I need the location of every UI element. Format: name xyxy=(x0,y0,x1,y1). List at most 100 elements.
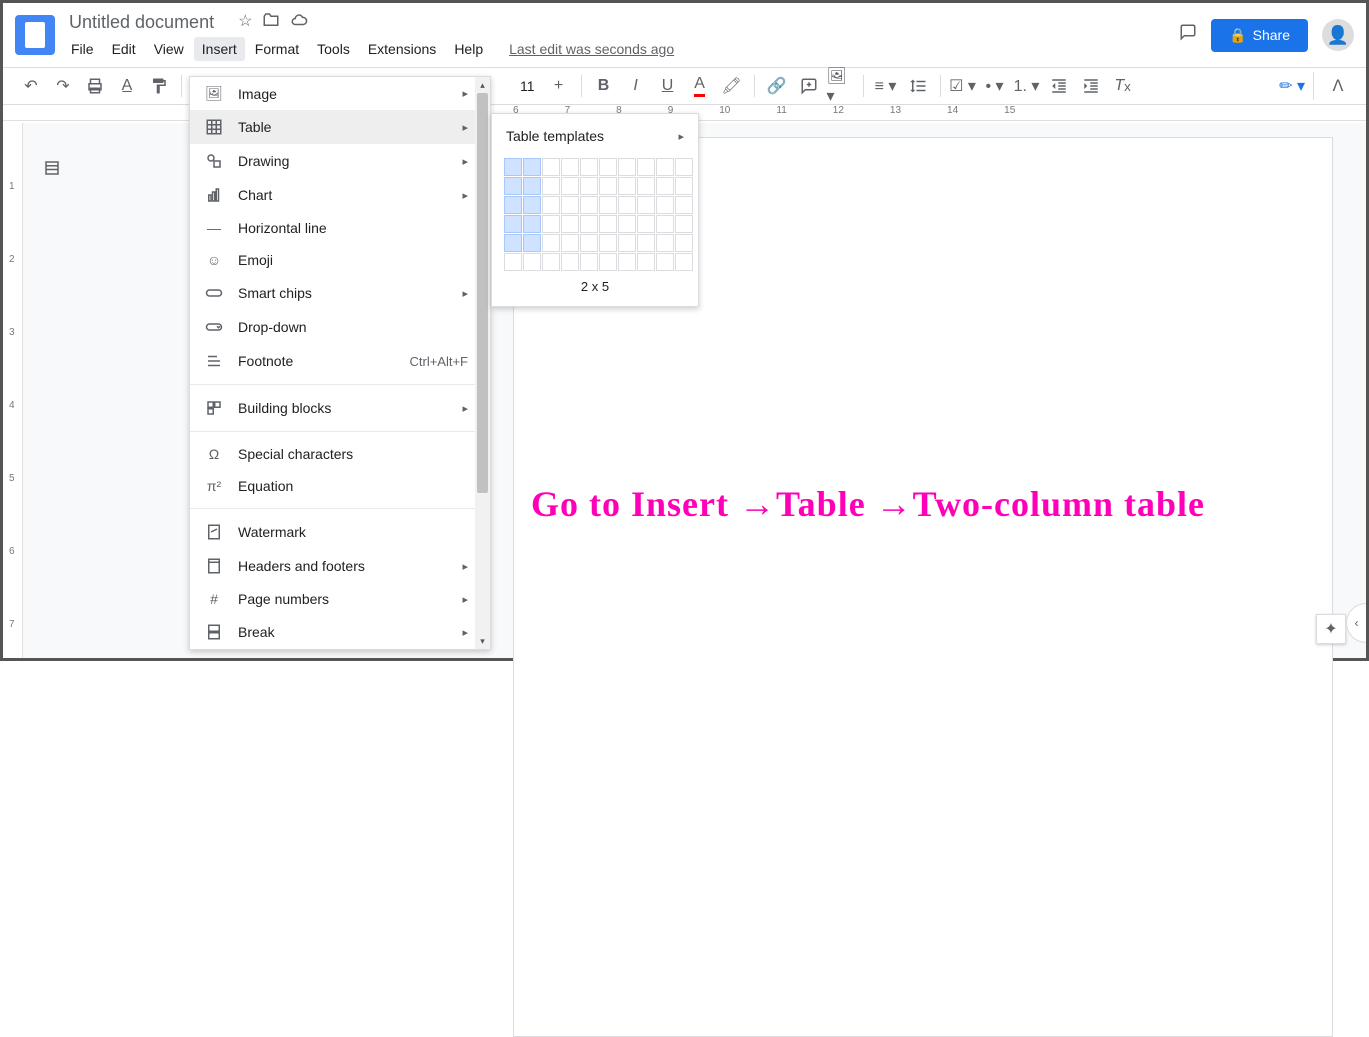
menu-file[interactable]: File xyxy=(63,37,102,61)
table-grid-cell[interactable] xyxy=(599,196,617,214)
table-grid-cell[interactable] xyxy=(542,253,560,271)
table-grid-cell[interactable] xyxy=(504,234,522,252)
star-icon[interactable]: ☆ xyxy=(238,11,252,34)
table-grid-cell[interactable] xyxy=(637,177,655,195)
table-grid-cell[interactable] xyxy=(523,215,541,233)
dropdown-scrollbar[interactable]: ▴ ▾ xyxy=(475,77,490,649)
table-grid-cell[interactable] xyxy=(580,158,598,176)
menu-format[interactable]: Format xyxy=(247,37,307,61)
insert-dropdown-item[interactable]: Drop-down xyxy=(190,310,490,344)
clear-formatting-button[interactable]: Tx xyxy=(1109,72,1137,100)
table-grid-cell[interactable] xyxy=(675,234,693,252)
editing-mode-button[interactable]: ✏ ▾ xyxy=(1271,72,1314,100)
insert-emoji-item[interactable]: ☺ Emoji xyxy=(190,244,490,276)
table-grid-cell[interactable] xyxy=(637,253,655,271)
table-grid-cell[interactable] xyxy=(599,158,617,176)
insert-link-button[interactable]: 🔗 xyxy=(763,72,791,100)
insert-chart-item[interactable]: Chart ▸ xyxy=(190,178,490,212)
explore-button[interactable]: ✦ xyxy=(1316,614,1346,644)
scroll-up-icon[interactable]: ▴ xyxy=(477,78,488,92)
show-side-panel-button[interactable]: ‹ xyxy=(1346,603,1366,643)
table-grid-cell[interactable] xyxy=(580,196,598,214)
table-grid-cell[interactable] xyxy=(561,158,579,176)
table-grid-cell[interactable] xyxy=(561,196,579,214)
insert-smartchips-item[interactable]: Smart chips ▸ xyxy=(190,276,490,310)
insert-page-numbers-item[interactable]: # Page numbers ▸ xyxy=(190,583,490,615)
font-size-increase[interactable]: + xyxy=(545,72,573,100)
table-grid-cell[interactable] xyxy=(675,158,693,176)
undo-button[interactable]: ↶ xyxy=(17,72,45,100)
table-grid-cell[interactable] xyxy=(675,196,693,214)
table-grid-cell[interactable] xyxy=(618,158,636,176)
insert-headers-footers-item[interactable]: Headers and footers ▸ xyxy=(190,549,490,583)
table-grid-cell[interactable] xyxy=(580,177,598,195)
table-templates-item[interactable]: Table templates ▸ xyxy=(492,122,698,150)
docs-logo-icon[interactable] xyxy=(15,15,55,55)
comment-history-icon[interactable] xyxy=(1179,23,1197,47)
table-grid-cell[interactable] xyxy=(656,158,674,176)
table-grid-cell[interactable] xyxy=(618,196,636,214)
table-grid-cell[interactable] xyxy=(656,234,674,252)
table-grid-cell[interactable] xyxy=(637,158,655,176)
table-grid-cell[interactable] xyxy=(656,196,674,214)
insert-table-item[interactable]: Table ▸ xyxy=(190,110,490,144)
user-avatar[interactable]: 👤 xyxy=(1322,19,1354,51)
add-comment-button[interactable] xyxy=(795,72,823,100)
scroll-thumb[interactable] xyxy=(477,93,488,493)
table-grid-cell[interactable] xyxy=(504,215,522,233)
table-grid-cell[interactable] xyxy=(675,215,693,233)
table-grid-cell[interactable] xyxy=(542,196,560,214)
table-grid-cell[interactable] xyxy=(580,253,598,271)
document-title[interactable]: Untitled document xyxy=(63,10,220,35)
menu-view[interactable]: View xyxy=(146,37,192,61)
menu-help[interactable]: Help xyxy=(446,37,491,61)
insert-watermark-item[interactable]: Watermark xyxy=(190,515,490,549)
last-edit-link[interactable]: Last edit was seconds ago xyxy=(509,41,674,57)
insert-building-blocks-item[interactable]: Building blocks ▸ xyxy=(190,391,490,425)
insert-drawing-item[interactable]: Drawing ▸ xyxy=(190,144,490,178)
table-grid-cell[interactable] xyxy=(656,215,674,233)
bold-button[interactable]: B xyxy=(590,72,618,100)
table-grid-cell[interactable] xyxy=(561,234,579,252)
scroll-down-icon[interactable]: ▾ xyxy=(477,634,488,648)
insert-equation-item[interactable]: π² Equation xyxy=(190,470,490,502)
increase-indent-button[interactable] xyxy=(1077,72,1105,100)
share-button[interactable]: 🔒 Share xyxy=(1211,19,1308,52)
table-grid-cell[interactable] xyxy=(618,234,636,252)
table-grid-cell[interactable] xyxy=(561,177,579,195)
underline-button[interactable]: U xyxy=(654,72,682,100)
collapse-toolbar-button[interactable]: ᐱ xyxy=(1324,72,1352,100)
checklist-button[interactable]: ☑ ▾ xyxy=(949,72,977,100)
table-grid-cell[interactable] xyxy=(561,215,579,233)
table-grid-cell[interactable] xyxy=(580,234,598,252)
table-grid-cell[interactable] xyxy=(618,177,636,195)
menu-tools[interactable]: Tools xyxy=(309,37,358,61)
table-grid-cell[interactable] xyxy=(523,177,541,195)
numbered-list-button[interactable]: 1. ▾ xyxy=(1013,72,1041,100)
table-grid-cell[interactable] xyxy=(504,158,522,176)
table-grid-cell[interactable] xyxy=(504,177,522,195)
table-grid-cell[interactable] xyxy=(542,215,560,233)
table-grid-cell[interactable] xyxy=(580,215,598,233)
move-icon[interactable] xyxy=(262,11,280,34)
print-button[interactable] xyxy=(81,72,109,100)
table-grid-cell[interactable] xyxy=(637,196,655,214)
line-spacing-button[interactable] xyxy=(904,72,932,100)
table-grid-cell[interactable] xyxy=(599,215,617,233)
text-color-button[interactable]: A xyxy=(686,72,714,100)
menu-edit[interactable]: Edit xyxy=(104,37,144,61)
table-grid-cell[interactable] xyxy=(504,196,522,214)
menu-extensions[interactable]: Extensions xyxy=(360,37,444,61)
table-grid-cell[interactable] xyxy=(523,253,541,271)
font-size-value[interactable]: 11 xyxy=(514,78,541,94)
table-grid-cell[interactable] xyxy=(637,215,655,233)
decrease-indent-button[interactable] xyxy=(1045,72,1073,100)
table-grid-cell[interactable] xyxy=(523,158,541,176)
italic-button[interactable]: I xyxy=(622,72,650,100)
table-grid-cell[interactable] xyxy=(542,158,560,176)
table-grid-cell[interactable] xyxy=(637,234,655,252)
table-grid-cell[interactable] xyxy=(656,177,674,195)
highlight-button[interactable]: 🖍 xyxy=(718,72,746,100)
insert-hline-item[interactable]: ― Horizontal line xyxy=(190,212,490,244)
show-outline-button[interactable] xyxy=(37,153,67,183)
